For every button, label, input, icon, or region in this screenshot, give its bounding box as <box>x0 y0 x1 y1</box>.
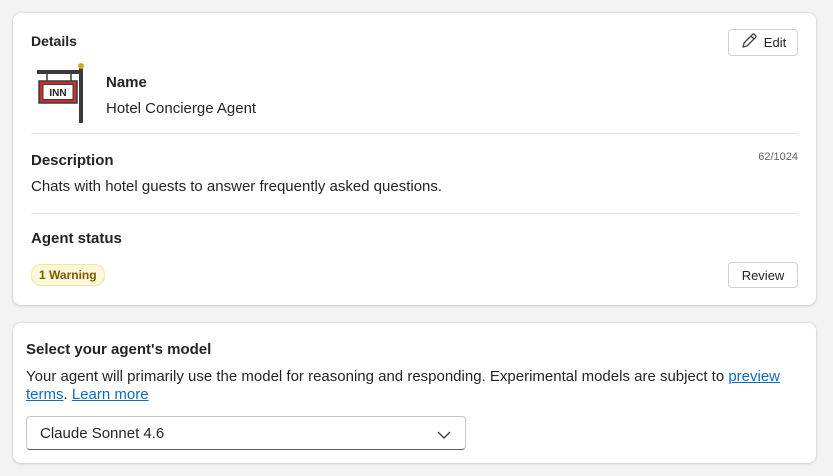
pencil-icon <box>740 32 758 53</box>
details-title: Details <box>31 33 77 49</box>
review-button[interactable]: Review <box>728 262 798 288</box>
learn-more-link[interactable]: Learn more <box>72 386 149 403</box>
description-value: Chats with hotel guests to answer freque… <box>31 178 443 195</box>
chevron-down-icon <box>437 427 451 444</box>
svg-text:INN: INN <box>49 88 66 99</box>
warning-badge[interactable]: 1 Warning <box>31 264 105 286</box>
separator: . <box>63 386 72 403</box>
inn-sign-icon: INN <box>35 63 87 125</box>
model-title: Select your agent's model <box>26 341 212 358</box>
selected-model: Claude Sonnet 4.6 <box>40 424 165 442</box>
name-label: Name <box>106 74 147 91</box>
divider <box>31 133 798 134</box>
char-counter: 62/1024 <box>758 151 798 163</box>
description-label: Description <box>31 152 114 169</box>
divider <box>31 213 798 214</box>
model-select-dropdown[interactable]: Claude Sonnet 4.6 <box>26 416 466 450</box>
name-value: Hotel Concierge Agent <box>106 100 257 117</box>
status-label: Agent status <box>31 230 122 247</box>
edit-label: Edit <box>763 35 787 50</box>
model-description: Your agent will primarily use the model … <box>26 368 806 404</box>
details-card: Details Edit INN Name Hotel Concierge Ag… <box>13 13 816 305</box>
model-description-text: Your agent will primarily use the model … <box>26 368 729 385</box>
edit-button[interactable]: Edit <box>728 29 798 56</box>
model-card: Select your agent's model Your agent wil… <box>13 323 816 463</box>
